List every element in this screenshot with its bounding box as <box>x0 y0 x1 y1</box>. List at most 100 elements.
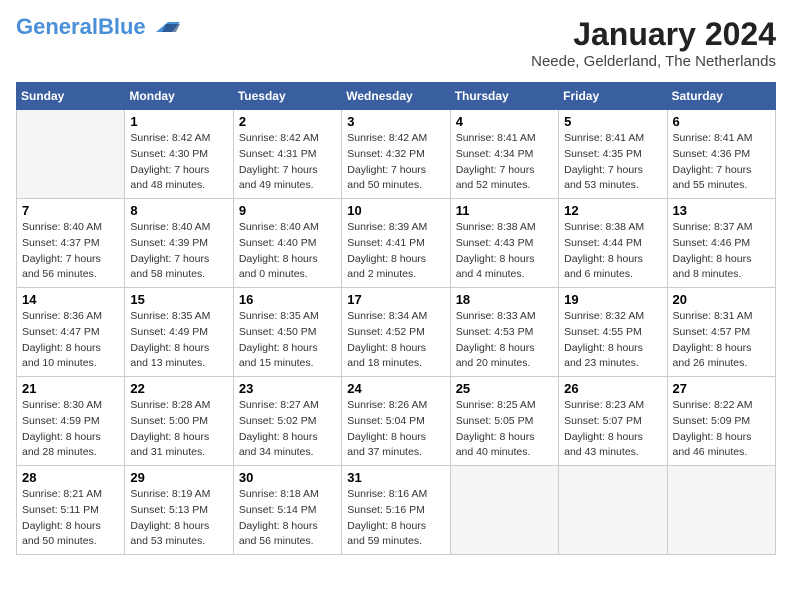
day-number: 20 <box>673 292 770 307</box>
day-info: Sunrise: 8:21 AMSunset: 5:11 PMDaylight:… <box>22 487 119 550</box>
day-info: Sunrise: 8:40 AMSunset: 4:37 PMDaylight:… <box>22 220 119 283</box>
calendar-cell: 9 Sunrise: 8:40 AMSunset: 4:40 PMDaylight… <box>233 199 341 288</box>
day-number: 25 <box>456 381 553 396</box>
calendar-cell <box>450 466 558 555</box>
calendar-cell: 10 Sunrise: 8:39 AMSunset: 4:41 PMDayligh… <box>342 199 450 288</box>
day-info: Sunrise: 8:40 AMSunset: 4:39 PMDaylight:… <box>130 220 227 283</box>
week-row-1: 7 Sunrise: 8:40 AMSunset: 4:37 PMDaylight… <box>17 199 776 288</box>
calendar-cell: 11 Sunrise: 8:38 AMSunset: 4:43 PMDayligh… <box>450 199 558 288</box>
day-header-wednesday: Wednesday <box>342 83 450 110</box>
day-number: 17 <box>347 292 444 307</box>
day-number: 15 <box>130 292 227 307</box>
day-number: 31 <box>347 470 444 485</box>
day-number: 28 <box>22 470 119 485</box>
days-header-row: SundayMondayTuesdayWednesdayThursdayFrid… <box>17 83 776 110</box>
day-info: Sunrise: 8:42 AMSunset: 4:32 PMDaylight:… <box>347 131 444 194</box>
week-row-4: 28 Sunrise: 8:21 AMSunset: 5:11 PMDayligh… <box>17 466 776 555</box>
calendar-cell: 15 Sunrise: 8:35 AMSunset: 4:49 PMDayligh… <box>125 288 233 377</box>
day-info: Sunrise: 8:41 AMSunset: 4:36 PMDaylight:… <box>673 131 770 194</box>
day-number: 24 <box>347 381 444 396</box>
day-number: 13 <box>673 203 770 218</box>
calendar-cell: 12 Sunrise: 8:38 AMSunset: 4:44 PMDayligh… <box>559 199 667 288</box>
calendar-cell: 31 Sunrise: 8:16 AMSunset: 5:16 PMDayligh… <box>342 466 450 555</box>
calendar-cell: 22 Sunrise: 8:28 AMSunset: 5:00 PMDayligh… <box>125 377 233 466</box>
day-number: 23 <box>239 381 336 396</box>
day-info: Sunrise: 8:40 AMSunset: 4:40 PMDaylight:… <box>239 220 336 283</box>
title-block: January 2024 Neede, Gelderland, The Neth… <box>531 16 776 70</box>
calendar-cell: 2 Sunrise: 8:42 AMSunset: 4:31 PMDaylight… <box>233 110 341 199</box>
day-number: 19 <box>564 292 661 307</box>
calendar-cell: 27 Sunrise: 8:22 AMSunset: 5:09 PMDayligh… <box>667 377 775 466</box>
calendar-cell: 17 Sunrise: 8:34 AMSunset: 4:52 PMDayligh… <box>342 288 450 377</box>
day-info: Sunrise: 8:27 AMSunset: 5:02 PMDaylight:… <box>239 398 336 461</box>
day-info: Sunrise: 8:16 AMSunset: 5:16 PMDaylight:… <box>347 487 444 550</box>
calendar-cell: 30 Sunrise: 8:18 AMSunset: 5:14 PMDayligh… <box>233 466 341 555</box>
day-info: Sunrise: 8:30 AMSunset: 4:59 PMDaylight:… <box>22 398 119 461</box>
day-header-saturday: Saturday <box>667 83 775 110</box>
day-info: Sunrise: 8:38 AMSunset: 4:44 PMDaylight:… <box>564 220 661 283</box>
calendar-cell: 16Sunrise: 8:35 AMSunset: 4:50 PMDayligh… <box>233 288 341 377</box>
logo-general: General <box>16 14 98 39</box>
day-info: Sunrise: 8:42 AMSunset: 4:31 PMDaylight:… <box>239 131 336 194</box>
day-number: 22 <box>130 381 227 396</box>
day-info: Sunrise: 8:22 AMSunset: 5:09 PMDaylight:… <box>673 398 770 461</box>
calendar-cell: 14Sunrise: 8:36 AMSunset: 4:47 PMDayligh… <box>17 288 125 377</box>
calendar-cell: 26Sunrise: 8:23 AMSunset: 5:07 PMDayligh… <box>559 377 667 466</box>
day-number: 3 <box>347 114 444 129</box>
calendar-cell: 28 Sunrise: 8:21 AMSunset: 5:11 PMDayligh… <box>17 466 125 555</box>
day-info: Sunrise: 8:33 AMSunset: 4:53 PMDaylight:… <box>456 309 553 372</box>
day-number: 12 <box>564 203 661 218</box>
day-info: Sunrise: 8:39 AMSunset: 4:41 PMDaylight:… <box>347 220 444 283</box>
day-info: Sunrise: 8:28 AMSunset: 5:00 PMDaylight:… <box>130 398 227 461</box>
day-number: 10 <box>347 203 444 218</box>
calendar-cell <box>667 466 775 555</box>
calendar-cell: 19 Sunrise: 8:32 AMSunset: 4:55 PMDayligh… <box>559 288 667 377</box>
week-row-0: 1Sunrise: 8:42 AMSunset: 4:30 PMDaylight… <box>17 110 776 199</box>
day-info: Sunrise: 8:42 AMSunset: 4:30 PMDaylight:… <box>130 131 227 194</box>
day-number: 4 <box>456 114 553 129</box>
day-header-friday: Friday <box>559 83 667 110</box>
day-info: Sunrise: 8:32 AMSunset: 4:55 PMDaylight:… <box>564 309 661 372</box>
day-info: Sunrise: 8:37 AMSunset: 4:46 PMDaylight:… <box>673 220 770 283</box>
day-number: 27 <box>673 381 770 396</box>
week-row-2: 14Sunrise: 8:36 AMSunset: 4:47 PMDayligh… <box>17 288 776 377</box>
week-row-3: 21Sunrise: 8:30 AMSunset: 4:59 PMDayligh… <box>17 377 776 466</box>
calendar-cell <box>17 110 125 199</box>
day-number: 30 <box>239 470 336 485</box>
calendar-cell: 1Sunrise: 8:42 AMSunset: 4:30 PMDaylight… <box>125 110 233 199</box>
calendar-cell: 20Sunrise: 8:31 AMSunset: 4:57 PMDayligh… <box>667 288 775 377</box>
day-header-thursday: Thursday <box>450 83 558 110</box>
calendar-cell: 7 Sunrise: 8:40 AMSunset: 4:37 PMDaylight… <box>17 199 125 288</box>
day-info: Sunrise: 8:35 AMSunset: 4:49 PMDaylight:… <box>130 309 227 372</box>
day-info: Sunrise: 8:25 AMSunset: 5:05 PMDaylight:… <box>456 398 553 461</box>
day-number: 11 <box>456 203 553 218</box>
location: Neede, Gelderland, The Netherlands <box>531 53 776 70</box>
day-number: 7 <box>22 203 119 218</box>
calendar-cell: 24Sunrise: 8:26 AMSunset: 5:04 PMDayligh… <box>342 377 450 466</box>
calendar-cell: 25 Sunrise: 8:25 AMSunset: 5:05 PMDayligh… <box>450 377 558 466</box>
calendar-cell: 8 Sunrise: 8:40 AMSunset: 4:39 PMDaylight… <box>125 199 233 288</box>
day-number: 29 <box>130 470 227 485</box>
day-header-monday: Monday <box>125 83 233 110</box>
calendar-cell: 6Sunrise: 8:41 AMSunset: 4:36 PMDaylight… <box>667 110 775 199</box>
day-number: 2 <box>239 114 336 129</box>
calendar-cell <box>559 466 667 555</box>
month-title: January 2024 <box>531 16 776 53</box>
logo-icon <box>148 14 180 36</box>
day-number: 14 <box>22 292 119 307</box>
day-info: Sunrise: 8:18 AMSunset: 5:14 PMDaylight:… <box>239 487 336 550</box>
day-info: Sunrise: 8:41 AMSunset: 4:34 PMDaylight:… <box>456 131 553 194</box>
calendar-cell: 3 Sunrise: 8:42 AMSunset: 4:32 PMDaylight… <box>342 110 450 199</box>
day-number: 8 <box>130 203 227 218</box>
calendar-cell: 21Sunrise: 8:30 AMSunset: 4:59 PMDayligh… <box>17 377 125 466</box>
day-header-sunday: Sunday <box>17 83 125 110</box>
day-info: Sunrise: 8:34 AMSunset: 4:52 PMDaylight:… <box>347 309 444 372</box>
day-number: 18 <box>456 292 553 307</box>
calendar-cell: 23 Sunrise: 8:27 AMSunset: 5:02 PMDayligh… <box>233 377 341 466</box>
day-number: 9 <box>239 203 336 218</box>
calendar-cell: 18 Sunrise: 8:33 AMSunset: 4:53 PMDayligh… <box>450 288 558 377</box>
day-header-tuesday: Tuesday <box>233 83 341 110</box>
logo: GeneralBlue <box>16 16 180 38</box>
day-number: 26 <box>564 381 661 396</box>
day-info: Sunrise: 8:38 AMSunset: 4:43 PMDaylight:… <box>456 220 553 283</box>
